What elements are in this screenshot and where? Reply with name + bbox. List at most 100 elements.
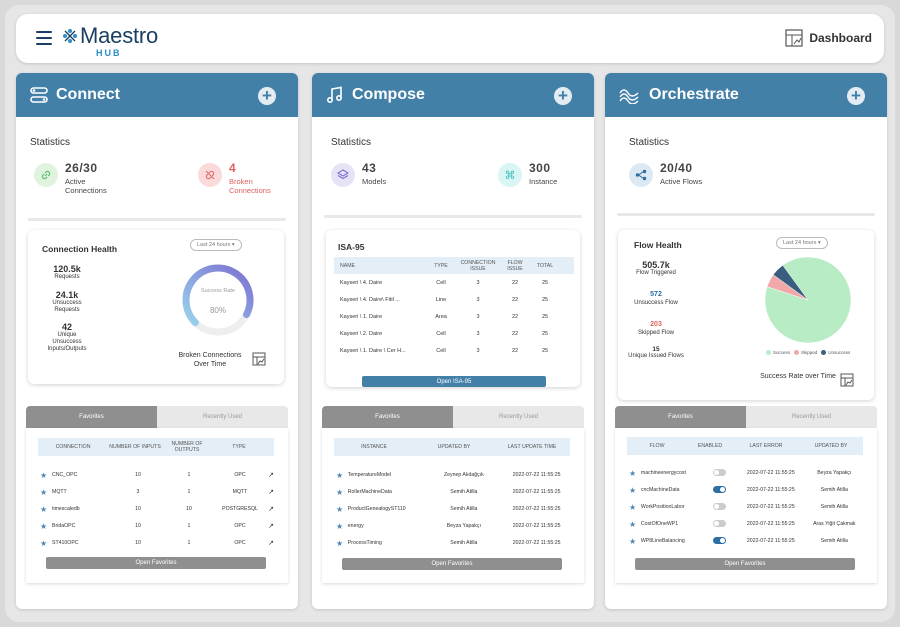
table-row[interactable]: ★ ProcessTiming Semih Atilla 2022-07-22 11:… — [336, 537, 572, 549]
table-row[interactable]: ★ WP8LineBalancing 2022-07-22 11:55:25 Semi… — [629, 535, 865, 547]
logo[interactable]: Maestro HUB — [62, 23, 158, 58]
star-icon[interactable]: ★ — [336, 505, 348, 514]
open-favorites-button[interactable]: Open Favorites — [46, 557, 266, 569]
table-row[interactable]: ★ energy Beyza Yapakçı 2022-07-22 11:55:25 — [336, 520, 572, 532]
compose-favorites: INSTANCE UPDATED BY LAST UPDATE TIME ★ Te… — [322, 428, 584, 583]
table-cell: Aras Yiğit Çakmak — [813, 521, 856, 527]
enabled-cell — [700, 536, 738, 546]
menu-icon[interactable] — [36, 31, 52, 45]
table-row[interactable]: ★ TemperatureModel Zeynep Akdağçık 2022-07-… — [336, 469, 572, 481]
table-cell: 3 — [476, 296, 480, 303]
table-row[interactable]: ★ ST410OPC 10 1 OPC ↗ — [40, 537, 276, 549]
table-cell: 25 — [541, 279, 549, 286]
open-isa-button[interactable]: Open ISA-95 — [362, 376, 546, 387]
enabled-toggle[interactable] — [712, 468, 726, 476]
star-icon[interactable]: ★ — [629, 537, 641, 546]
table-row[interactable]: ★ BridaOPC 10 1 OPC ↗ — [40, 520, 276, 532]
open-favorites-button[interactable]: Open Favorites — [342, 558, 562, 570]
divider — [28, 218, 286, 221]
open-link-icon[interactable]: ↗ — [266, 505, 276, 513]
table-cell: Cell — [436, 279, 446, 286]
table-row[interactable]: ★ cncMachineData 2022-07-22 11:55:25 Semih … — [629, 484, 865, 496]
star-icon[interactable]: ★ — [629, 503, 641, 512]
star-icon[interactable]: ★ — [336, 539, 348, 548]
open-favorites-button[interactable]: Open Favorites — [635, 558, 855, 570]
table-row[interactable]: Kayseri \ 4. Daire\ Fitil ... Line 3 22 25 — [334, 291, 574, 308]
compose-title: Compose — [352, 86, 425, 103]
star-icon[interactable]: ★ — [336, 488, 348, 497]
models-label: Models — [362, 177, 387, 186]
command-icon: ⌘ — [498, 163, 522, 187]
table-cell: ST410OPC — [52, 540, 79, 546]
open-link-icon[interactable]: ↗ — [266, 522, 276, 530]
connect-icon — [30, 87, 48, 103]
star-icon[interactable]: ★ — [336, 471, 348, 480]
table-row[interactable]: Kayseri \ 2. Daire Cell 3 22 25 — [334, 325, 574, 342]
tab-favorites[interactable]: Favorites — [322, 406, 453, 428]
table-row[interactable]: ★ timescaledb 10 10 POSTGRESQL ↗ — [40, 503, 276, 515]
col-outputs: NUMBER OF OUTPUTS — [171, 441, 203, 453]
tab-recently-used[interactable]: Recently Used — [746, 406, 877, 428]
star-icon[interactable]: ★ — [40, 539, 52, 548]
enabled-toggle[interactable] — [712, 536, 726, 544]
table-cell: CNC_OPC — [52, 472, 78, 478]
unique-unsuccess-label: Unique Unsuccess Inputs/Outputs — [47, 332, 87, 352]
tab-recently-used[interactable]: Recently Used — [453, 406, 584, 428]
chart-icon[interactable] — [252, 352, 266, 366]
enabled-toggle[interactable] — [712, 519, 726, 527]
flow-triggered-label: Flow Triggered — [636, 270, 676, 276]
table-cell: 2022-07-22 11:55:25 — [746, 470, 795, 476]
add-flow-button[interactable]: + — [847, 87, 865, 105]
time-range-dropdown[interactable]: Last 24 hours ▾ — [190, 239, 242, 251]
table-cell: 1 — [187, 540, 191, 546]
star-icon[interactable]: ★ — [336, 522, 348, 531]
orchestrate-title: Orchestrate — [649, 86, 739, 103]
open-link-icon[interactable]: ↗ — [266, 539, 276, 547]
tab-favorites[interactable]: Favorites — [615, 406, 746, 428]
table-cell: WP8LineBalancing — [640, 538, 685, 544]
unique-unsuccess-value: 42 — [61, 322, 72, 332]
active-connections-value: 26/30 — [65, 161, 98, 175]
star-icon[interactable]: ★ — [629, 520, 641, 529]
star-icon[interactable]: ★ — [40, 522, 52, 531]
add-connection-button[interactable]: + — [258, 87, 276, 105]
add-compose-button[interactable]: + — [554, 87, 572, 105]
flow-pie-chart — [764, 256, 852, 344]
enabled-toggle[interactable] — [712, 485, 726, 493]
table-row[interactable]: ★ CostOfOneWP1 2022-07-22 11:55:25 Aras Yiğ… — [629, 518, 865, 530]
star-icon[interactable]: ★ — [629, 486, 641, 495]
open-link-icon[interactable]: ↗ — [266, 488, 276, 496]
broken-over-time-link[interactable]: Broken Connections Over Time — [170, 351, 250, 369]
time-range-dropdown[interactable]: Last 24 hours ▾ — [776, 237, 828, 249]
chart-icon[interactable] — [840, 373, 854, 387]
success-over-time-link[interactable]: Success Rate over Time — [758, 372, 838, 381]
table-row[interactable]: ★ RollerMachineData Semih Atilla 2022-07-22… — [336, 486, 572, 498]
table-row[interactable]: ★ ProductGenealogyST110 Semih Atilla 2022-0… — [336, 503, 572, 515]
open-link-icon[interactable]: ↗ — [266, 471, 276, 479]
gauge-label: Success Rate — [201, 288, 235, 294]
compose-header: Compose + — [312, 73, 594, 117]
table-row[interactable]: Kayseri \ 1. Daire \ Cer H... Cell 3 22 25 — [334, 342, 574, 359]
table-row[interactable]: ★ WorkPositionLabor 2022-07-22 11:55:25 Sem… — [629, 501, 865, 513]
logo-subtext: HUB — [96, 48, 122, 58]
enabled-toggle[interactable] — [712, 502, 726, 510]
table-row[interactable]: Kayseri \ 1. Daire Area 3 22 25 — [334, 308, 574, 325]
star-icon[interactable]: ★ — [40, 471, 52, 480]
tab-favorites[interactable]: Favorites — [26, 406, 157, 428]
models-stat: 43 Models — [331, 161, 386, 187]
table-cell: 3 — [476, 313, 480, 320]
dashboard-link[interactable]: Dashboard — [785, 29, 872, 47]
table-row[interactable]: ★ CNC_OPC 10 1 OPC ↗ — [40, 469, 276, 481]
table-row[interactable]: ★ machineenergycost 2022-07-22 11:55:25 Bey… — [629, 467, 865, 479]
star-icon[interactable]: ★ — [40, 505, 52, 514]
table-cell: 2022-07-22 11:55:25 — [746, 504, 795, 510]
table-row[interactable]: Kayseri \ 4. Daire Cell 3 22 25 — [334, 274, 574, 291]
star-icon[interactable]: ★ — [629, 469, 641, 478]
tab-recently-used[interactable]: Recently Used — [157, 406, 288, 428]
table-row[interactable]: ★ MQTT 3 1 MQTT ↗ — [40, 486, 276, 498]
orchestrate-favorites: FLOW ENABLED LAST ERROR UPDATED BY ★ mach… — [615, 428, 877, 583]
star-icon[interactable]: ★ — [40, 488, 52, 497]
compose-tabs: Favorites Recently Used — [322, 406, 584, 428]
table-cell: Semih Atilla — [450, 540, 478, 546]
table-cell: machineenergycost — [640, 470, 686, 476]
